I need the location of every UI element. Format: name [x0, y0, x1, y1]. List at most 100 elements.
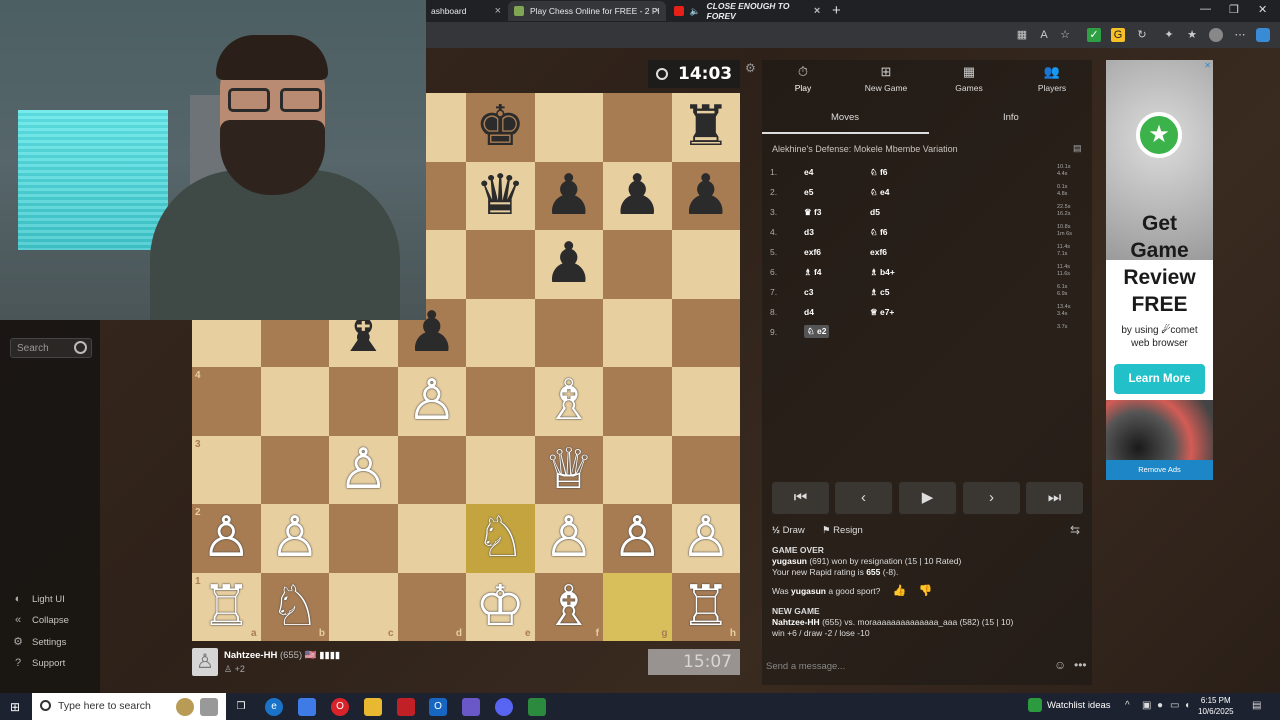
square-g3[interactable] [603, 435, 672, 504]
square-d1[interactable]: d [397, 572, 466, 641]
weather-icon[interactable] [176, 698, 194, 716]
clipboard-icon[interactable]: ▤ [1073, 143, 1082, 154]
read-aloud-icon[interactable]: A [1037, 28, 1051, 42]
square-e5[interactable] [466, 298, 535, 367]
white-move[interactable]: exf6 [804, 247, 821, 257]
white-piece-icon[interactable]: ♘ [270, 578, 320, 635]
black-piece-icon[interactable]: ♟ [681, 167, 731, 224]
sidebar-item-settings[interactable]: ⚙ Settings [12, 636, 66, 648]
square-e3[interactable] [466, 435, 535, 504]
learn-more-button[interactable]: Learn More [1114, 364, 1205, 394]
tab-play[interactable]: ⏱ Play [763, 64, 843, 93]
board-settings-icon[interactable]: ⚙ [745, 61, 756, 75]
sidebar-item-collapse[interactable]: « Collapse [12, 614, 69, 626]
square-a1[interactable]: ♖ 1 a [192, 572, 261, 641]
square-a2[interactable]: ♙ 2 [192, 504, 261, 573]
black-move[interactable]: ♕ e7+ [870, 307, 894, 318]
app-icon[interactable] [528, 698, 546, 716]
black-move[interactable]: ♗ c5 [870, 287, 889, 298]
sidebar-item-light-ui[interactable]: ◐ Light UI [12, 593, 65, 605]
tab-moves[interactable]: Moves [831, 112, 859, 123]
profile-icon[interactable] [1209, 28, 1223, 42]
refresh-extension-icon[interactable]: ↻ [1135, 28, 1149, 42]
emoji-icon[interactable]: ☺ [1054, 658, 1066, 672]
white-move[interactable]: ♛ f3 [804, 207, 822, 218]
taskbar-search[interactable]: Type here to search [32, 693, 226, 720]
square-e4[interactable] [466, 367, 535, 436]
square-h1[interactable]: ♖ h [671, 572, 740, 641]
chevron-up-icon[interactable]: ^ [1125, 700, 1130, 711]
new-game-player[interactable]: Nahtzee-HH [772, 617, 820, 627]
notes-icon[interactable] [200, 698, 218, 716]
black-piece-icon[interactable]: ♜ [681, 99, 731, 155]
speaker-icon[interactable]: 🔈 [690, 6, 701, 17]
white-piece-icon[interactable]: ♖ [681, 578, 731, 635]
previous-move-button[interactable]: ‹ [835, 482, 892, 514]
square-g5[interactable] [603, 298, 672, 367]
advertisement[interactable]: ★ ✕ Get Game Review FREE by using ☄comet… [1106, 60, 1213, 480]
square-d3[interactable] [397, 435, 466, 504]
square-c4[interactable] [329, 367, 398, 436]
sidebar-item-support[interactable]: ? Support [12, 657, 65, 669]
square-f4[interactable]: ♗ [534, 367, 603, 436]
discord-icon[interactable] [495, 698, 513, 716]
last-move-button[interactable]: ⏭ [1026, 482, 1083, 514]
edge-icon[interactable]: e [265, 698, 283, 716]
more-icon[interactable]: ••• [1074, 658, 1087, 672]
tab-chess[interactable]: Play Chess Online for FREE - 2 Pl × [508, 1, 666, 21]
app-icon[interactable] [397, 698, 415, 716]
first-move-button[interactable]: ⏮ [772, 482, 829, 514]
square-a3[interactable]: 3 [192, 435, 261, 504]
flip-board-icon[interactable]: ⇆ [1070, 523, 1080, 537]
tab-info[interactable]: Info [1003, 112, 1019, 123]
more-icon[interactable]: ⋯ [1233, 28, 1247, 42]
close-icon[interactable]: × [814, 5, 820, 17]
black-piece-icon[interactable]: ♚ [475, 99, 525, 155]
notification-icon[interactable]: ▤ [1252, 700, 1261, 711]
black-move[interactable]: ♘ e4 [870, 187, 889, 198]
extension-icon[interactable]: ✓ [1087, 28, 1101, 42]
white-move[interactable]: ♘ e2 [804, 325, 830, 338]
tab-players[interactable]: 👥 Players [1012, 64, 1092, 93]
white-move[interactable]: d3 [804, 227, 814, 237]
message-input[interactable]: Send a message... [766, 661, 845, 672]
square-g7[interactable]: ♟ [603, 161, 672, 230]
square-b2[interactable]: ♙ [260, 504, 329, 573]
task-view-icon[interactable]: ❒ [232, 698, 250, 716]
watchlist-icon[interactable] [1028, 698, 1042, 712]
favorite-star-icon[interactable]: ☆ [1058, 28, 1072, 42]
close-window-button[interactable]: ✕ [1258, 3, 1267, 16]
search-input[interactable]: Search [10, 338, 92, 358]
thumbs-up-icon[interactable]: 👍 [893, 586, 907, 597]
square-e6[interactable] [466, 230, 535, 299]
square-c2[interactable] [329, 504, 398, 573]
square-f5[interactable] [534, 298, 603, 367]
square-h4[interactable] [671, 367, 740, 436]
square-g2[interactable]: ♙ [603, 504, 672, 573]
white-move[interactable]: c3 [804, 287, 813, 297]
avatar[interactable]: ♙ [192, 648, 218, 676]
network-icon[interactable]: ▭ [1170, 700, 1179, 711]
black-piece-icon[interactable]: ♟ [612, 167, 662, 224]
extension-icon[interactable]: G [1111, 28, 1125, 42]
black-piece-icon[interactable]: ♟ [544, 167, 594, 224]
square-h5[interactable] [671, 298, 740, 367]
white-piece-icon[interactable]: ♙ [338, 441, 388, 498]
apps-icon[interactable]: ▦ [1015, 28, 1029, 42]
square-h2[interactable]: ♙ [671, 504, 740, 573]
square-f1[interactable]: ♗ f [534, 572, 603, 641]
square-f6[interactable]: ♟ [534, 230, 603, 299]
black-move[interactable]: d5 [870, 207, 880, 217]
black-move[interactable]: ♘ f6 [870, 167, 888, 178]
black-move[interactable]: exf6 [870, 247, 887, 257]
draw-button[interactable]: ½ Draw [772, 525, 805, 536]
square-f3[interactable]: ♕ [534, 435, 603, 504]
square-f2[interactable]: ♙ [534, 504, 603, 573]
square-e1[interactable]: ♔ e [466, 572, 535, 641]
thumbs-down-icon[interactable]: 👎 [919, 586, 933, 597]
new-tab-button[interactable]: + [832, 2, 841, 19]
favorites-icon[interactable]: ★ [1185, 28, 1199, 42]
square-c1[interactable]: c [329, 572, 398, 641]
copilot-icon[interactable] [1256, 28, 1270, 42]
square-b3[interactable] [260, 435, 329, 504]
